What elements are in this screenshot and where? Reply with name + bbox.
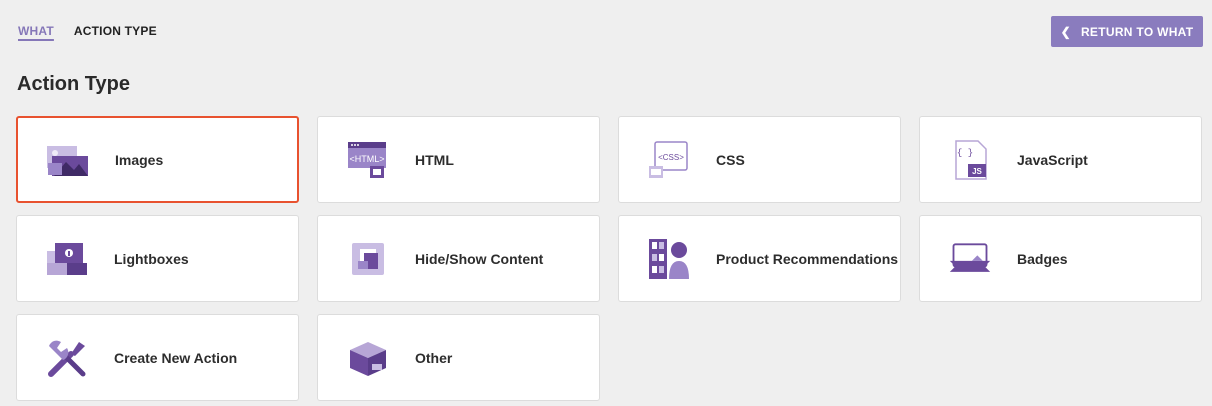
action-card-html[interactable]: <HTML> HTML <box>317 116 600 203</box>
action-card-label: Create New Action <box>114 349 238 366</box>
lightboxes-icon <box>45 237 89 281</box>
action-card-javascript[interactable]: { } JS JavaScript <box>919 116 1202 203</box>
html-icon: <HTML> <box>346 138 390 182</box>
action-card-images[interactable]: Images <box>16 116 299 203</box>
action-card-product-recommendations[interactable]: Product Recommendations <box>618 215 901 302</box>
action-card-hide-show-content[interactable]: Hide/Show Content <box>317 215 600 302</box>
css-icon: <CSS> <box>647 138 691 182</box>
product-recommendations-icon <box>647 237 691 281</box>
tools-icon <box>45 336 89 380</box>
action-card-label: Hide/Show Content <box>415 250 544 267</box>
breadcrumb-link-what[interactable]: WHAT <box>18 24 54 38</box>
action-card-other[interactable]: Other <box>317 314 600 401</box>
action-card-label: Other <box>415 349 453 366</box>
hide-show-icon <box>346 237 390 281</box>
breadcrumb-current: ACTION TYPE <box>73 24 157 38</box>
action-card-label: Images <box>115 151 164 168</box>
action-card-label: Lightboxes <box>114 250 189 267</box>
action-card-label: Product Recommendations <box>716 250 899 267</box>
box-icon <box>346 336 390 380</box>
chevron-left-icon: ❮ <box>1060 24 1071 39</box>
images-icon <box>46 138 90 182</box>
action-card-create-new-action[interactable]: Create New Action <box>16 314 299 401</box>
action-card-label: HTML <box>415 151 454 168</box>
svg-text:{ }: { } <box>957 148 973 158</box>
action-card-css[interactable]: <CSS> CSS <box>618 116 901 203</box>
action-card-lightboxes[interactable]: Lightboxes <box>16 215 299 302</box>
badges-icon <box>948 237 992 281</box>
action-card-label: Badges <box>1017 250 1068 267</box>
svg-text:<HTML>: <HTML> <box>349 154 384 164</box>
svg-text:JS: JS <box>972 167 982 176</box>
action-card-label: JavaScript <box>1017 151 1088 168</box>
javascript-icon: { } JS <box>948 138 992 182</box>
action-card-badges[interactable]: Badges <box>919 215 1202 302</box>
action-card-label: CSS <box>716 151 745 168</box>
breadcrumb: WHAT ACTION TYPE <box>18 24 157 38</box>
action-type-grid: Images <HTML> HTML <CSS> CSS {} JS Java… <box>16 116 1202 401</box>
svg-text:<CSS>: <CSS> <box>658 153 684 162</box>
return-to-what-button[interactable]: ❮ RETURN TO WHAT <box>1051 16 1203 47</box>
page-title: Action Type <box>17 73 130 95</box>
return-button-label: RETURN TO WHAT <box>1080 24 1194 39</box>
